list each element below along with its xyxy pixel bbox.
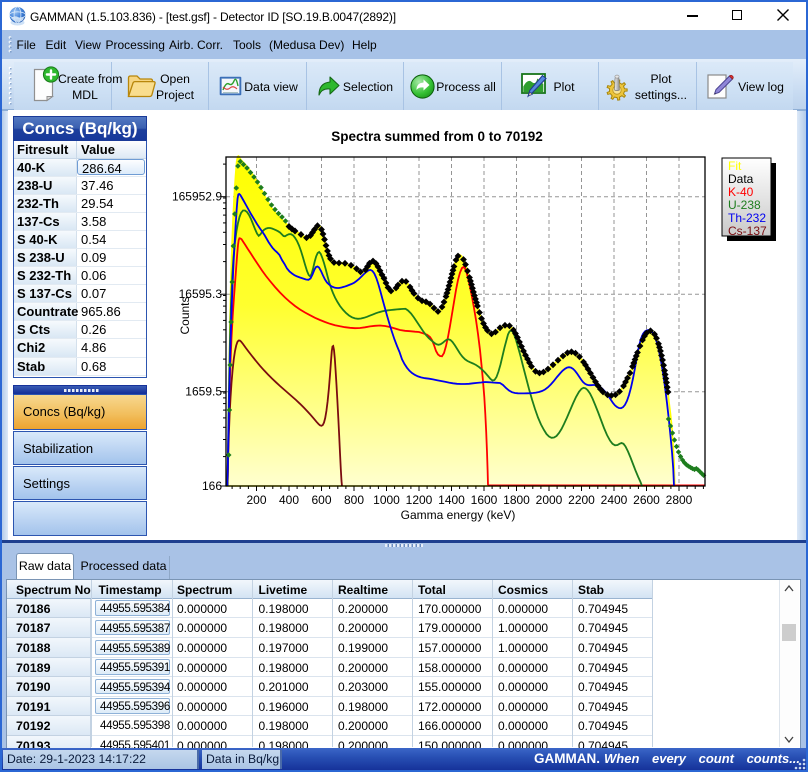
svg-text:1800: 1800 <box>503 493 530 507</box>
svg-text:2800: 2800 <box>666 493 693 507</box>
svg-text:Counts: Counts <box>178 296 192 334</box>
svg-text:800: 800 <box>344 493 364 507</box>
svg-text:600: 600 <box>311 493 331 507</box>
svg-text:Th-232: Th-232 <box>728 211 766 225</box>
svg-text:165952.9: 165952.9 <box>172 190 222 204</box>
svg-text:Cs-137: Cs-137 <box>728 224 767 238</box>
svg-text:2400: 2400 <box>601 493 628 507</box>
svg-text:1659.5: 1659.5 <box>185 385 222 399</box>
svg-text:166: 166 <box>202 479 222 493</box>
svg-text:200: 200 <box>246 493 266 507</box>
svg-text:Fit: Fit <box>728 159 742 173</box>
svg-text:2200: 2200 <box>568 493 595 507</box>
svg-text:2600: 2600 <box>633 493 660 507</box>
svg-text:2000: 2000 <box>536 493 563 507</box>
svg-text:400: 400 <box>279 493 299 507</box>
svg-text:1200: 1200 <box>406 493 433 507</box>
svg-text:Spectra summed from 0 to 70192: Spectra summed from 0 to 70192 <box>331 129 543 144</box>
svg-text:Gamma energy (keV): Gamma energy (keV) <box>401 508 516 522</box>
svg-text:1000: 1000 <box>373 493 400 507</box>
svg-text:1400: 1400 <box>438 493 465 507</box>
svg-text:K-40: K-40 <box>728 185 754 199</box>
svg-text:U-238: U-238 <box>728 198 761 212</box>
svg-text:Data: Data <box>728 172 754 186</box>
svg-text:1600: 1600 <box>471 493 498 507</box>
